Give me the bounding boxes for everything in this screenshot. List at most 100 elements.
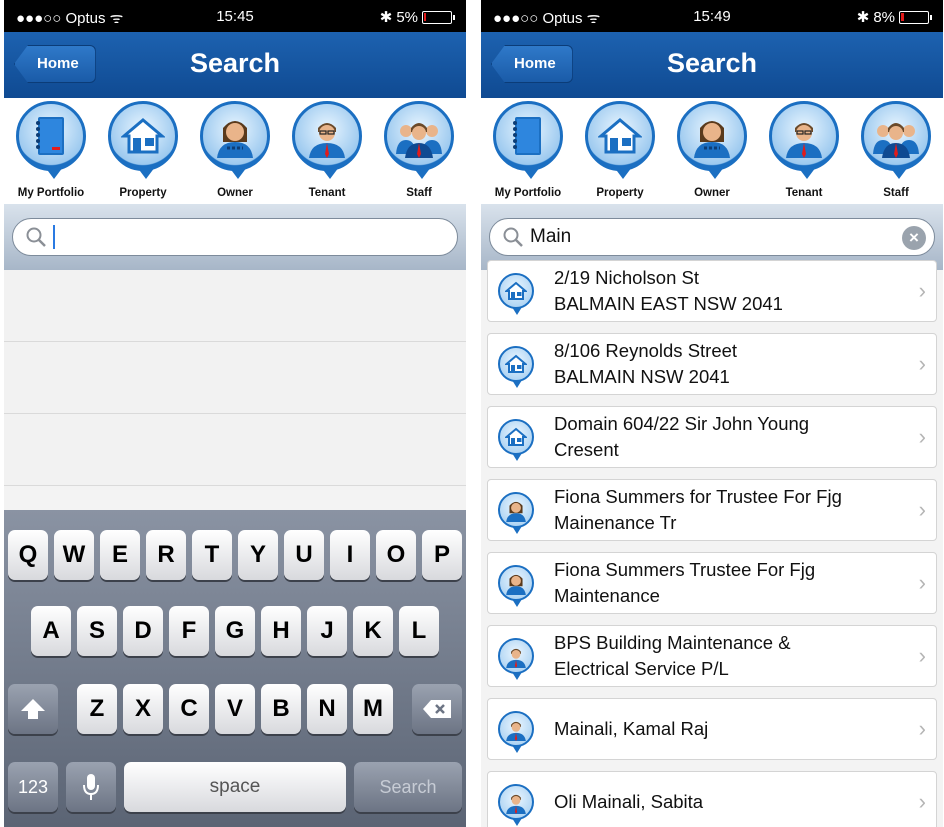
key-z[interactable]: Z [77,684,117,734]
tenant-icon [498,711,534,753]
results-list [4,270,466,486]
key-i[interactable]: I [330,530,370,580]
key-y[interactable]: Y [238,530,278,580]
category-label: Tenant [785,187,823,199]
key-j[interactable]: J [307,606,347,656]
chevron-right-icon: › [918,351,926,376]
key-v[interactable]: V [215,684,255,734]
chevron-right-icon: › [918,278,926,303]
key-k[interactable]: K [353,606,393,656]
category-label: Staff [406,187,432,199]
tenant-icon [498,638,534,680]
list-item [4,270,466,342]
category-owner[interactable]: Owner [192,98,278,204]
chevron-right-icon: › [918,497,926,522]
result-line-1: Oli Mainali, Sabita [554,791,704,812]
key-l[interactable]: L [399,606,439,656]
category-owner[interactable]: Owner [669,98,755,204]
backspace-icon [423,700,451,718]
search-input[interactable]: Main × [489,218,935,256]
chevron-right-icon: › [918,789,926,814]
key-u[interactable]: U [284,530,324,580]
battery-percent: 5% [396,8,418,26]
key-h[interactable]: H [261,606,301,656]
result-line-1: 8/106 Reynolds Street [554,340,738,361]
key-m[interactable]: M [353,684,393,734]
numbers-key[interactable]: 123 [8,762,58,812]
result-line-2: Mainenance Tr [554,512,677,533]
page-title: Search [189,48,281,78]
dictation-key[interactable] [66,762,116,812]
result-line-1: Fiona Summers Trustee For Fjg [554,559,816,580]
category-my-portfolio[interactable]: My Portfolio [8,98,94,204]
result-item[interactable]: 8/106 Reynolds Street BALMAIN NSW 2041 › [487,333,937,395]
navigation-bar: Home Search [4,32,466,98]
key-w[interactable]: W [54,530,94,580]
category-tenant[interactable]: Tenant [761,98,847,204]
key-f[interactable]: F [169,606,209,656]
battery-icon [899,10,932,24]
result-line-1: Fiona Summers for Trustee For Fjg [554,486,842,507]
key-d[interactable]: D [123,606,163,656]
key-t[interactable]: T [192,530,232,580]
category-property[interactable]: Property [100,98,186,204]
shift-key[interactable] [8,684,58,734]
category-label: Owner [694,187,730,199]
result-text: Fiona Summers for Trustee For Fjg Mainena… [554,484,902,536]
page-title: Search [666,48,758,78]
key-s[interactable]: S [77,606,117,656]
key-x[interactable]: X [123,684,163,734]
result-item[interactable]: Mainali, Kamal Raj › [487,698,937,760]
category-my-portfolio[interactable]: My Portfolio [485,98,571,204]
result-line-1: 2/19 Nicholson St [554,267,700,288]
clear-search-icon[interactable]: × [902,226,926,250]
key-c[interactable]: C [169,684,209,734]
result-item[interactable]: Domain 604/22 Sir John Young Cresent › [487,406,937,468]
tenant-icon [498,784,534,826]
result-text: BPS Building Maintenance & Electrical Ser… [554,630,902,682]
key-e[interactable]: E [100,530,140,580]
result-text: Fiona Summers Trustee For Fjg Maintenance [554,557,902,609]
category-label: My Portfolio [17,187,85,199]
result-line-1: Mainali, Kamal Raj [554,718,709,739]
result-item[interactable]: Oli Mainali, Sabita › [487,771,937,827]
result-line-2: BALMAIN EAST NSW 2041 [554,293,783,314]
house-icon [108,101,178,179]
space-key[interactable]: space [124,762,346,812]
key-n[interactable]: N [307,684,347,734]
result-item[interactable]: 2/19 Nicholson St BALMAIN EAST NSW 2041 › [487,260,937,322]
owner-icon [498,565,534,607]
backspace-key[interactable] [412,684,462,734]
category-bar: My Portfolio Property Owner Tenant Staff [481,98,943,204]
chevron-right-icon: › [918,716,926,741]
portfolio-icon [16,101,86,179]
owner-icon [677,101,747,179]
result-line-2: Electrical Service P/L [554,658,729,679]
search-screen-empty: ●●●○○ Optus ᯤ 15:45 ✱ 5% Home Search My … [4,0,466,827]
on-screen-keyboard: Q W E R T Y U I O P A S D F G H J K L Z … [4,510,466,827]
result-item[interactable]: BPS Building Maintenance & Electrical Ser… [487,625,937,687]
result-text: Domain 604/22 Sir John Young Cresent [554,411,902,463]
category-staff[interactable]: Staff [376,98,462,204]
search-input[interactable] [12,218,458,256]
key-r[interactable]: R [146,530,186,580]
key-a[interactable]: A [31,606,71,656]
owner-icon [200,101,270,179]
key-q[interactable]: Q [8,530,48,580]
category-staff[interactable]: Staff [853,98,939,204]
battery-percent: 8% [873,8,895,26]
search-key[interactable]: Search [354,762,462,812]
tenant-icon [292,101,362,179]
category-property[interactable]: Property [577,98,663,204]
category-bar: My Portfolio Property Owner Tenant Staff [4,98,466,204]
status-bar: ●●●○○ Optus ᯤ 15:49 ✱ 8% [481,0,943,32]
category-label: My Portfolio [494,187,562,199]
status-bar: ●●●○○ Optus ᯤ 15:45 ✱ 5% [4,0,466,32]
key-p[interactable]: P [422,530,462,580]
key-b[interactable]: B [261,684,301,734]
category-tenant[interactable]: Tenant [284,98,370,204]
key-o[interactable]: O [376,530,416,580]
key-g[interactable]: G [215,606,255,656]
result-item[interactable]: Fiona Summers Trustee For Fjg Maintenance… [487,552,937,614]
result-item[interactable]: Fiona Summers for Trustee For Fjg Mainena… [487,479,937,541]
